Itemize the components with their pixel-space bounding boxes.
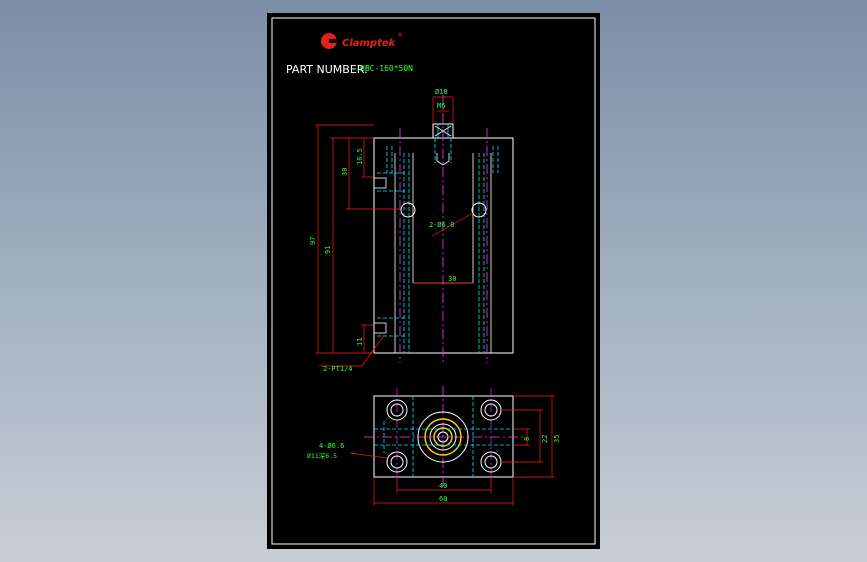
logo-text: Clamptek	[342, 38, 397, 49]
drawing-sheet: Clamptek ® PART NUMBER: HBC-160*50N Ø10 …	[267, 13, 600, 549]
dim-91: 91	[324, 246, 332, 254]
dim-22: 22	[541, 435, 549, 443]
logo: Clamptek ®	[321, 32, 403, 49]
plan-bolt-holes	[386, 399, 502, 473]
front-view	[373, 95, 514, 363]
dim-60: 60	[439, 495, 447, 503]
note-ports: 2-PT1/4	[323, 365, 353, 373]
dim-16-5: 16.5	[356, 148, 364, 165]
logo-registered: ®	[397, 32, 403, 39]
dim-30-vertical: 30	[341, 168, 349, 176]
dim-8: 8	[523, 437, 531, 441]
dim-top-dia: Ø10	[435, 88, 448, 96]
plan-dimensions	[349, 395, 555, 506]
front-dimensions	[315, 96, 474, 367]
dim-thread: M6	[437, 102, 445, 110]
dim-97: 97	[309, 237, 317, 245]
note-cross-holes: 2-Ø6.8	[429, 221, 454, 229]
plan-view	[364, 386, 523, 487]
note-bolt-holes: 4-Ø6.6	[319, 442, 344, 450]
front-ports	[373, 177, 387, 334]
dim-11: 11	[356, 338, 364, 346]
dim-35: 35	[553, 435, 561, 443]
note-counterbore: Ø11深6.5	[307, 451, 337, 460]
part-number-value: HBC-160*50N	[360, 64, 413, 73]
dim-30-horizontal: 30	[448, 275, 456, 283]
cad-viewport: Clamptek ® PART NUMBER: HBC-160*50N Ø10 …	[0, 0, 867, 562]
drawing-canvas: Clamptek ® PART NUMBER: HBC-160*50N Ø10 …	[271, 17, 596, 545]
plan-body-outline	[373, 395, 514, 478]
part-number-label: PART NUMBER:	[286, 63, 368, 76]
dim-40: 40	[439, 482, 447, 490]
